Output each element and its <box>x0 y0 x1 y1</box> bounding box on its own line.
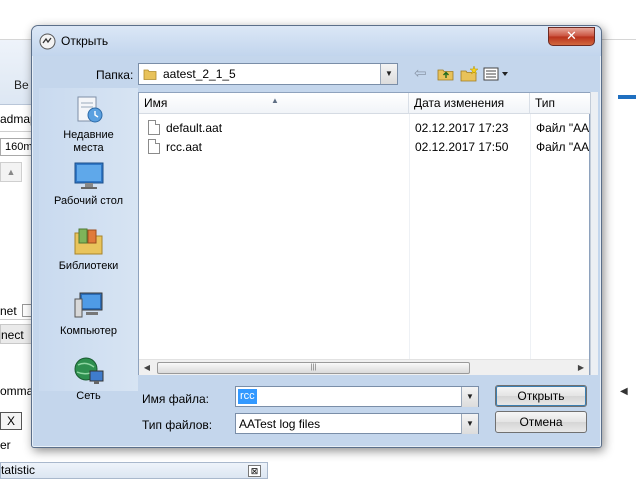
background-scroll-up-icon[interactable]: ▲ <box>0 162 22 182</box>
file-row[interactable]: default.aat 02.12.2017 17:23 Файл "AA <box>139 119 589 137</box>
new-folder-icon[interactable] <box>460 65 480 83</box>
place-desktop[interactable]: Рабочий стол <box>39 160 138 208</box>
folder-icon <box>143 67 157 81</box>
dialog-titlebar[interactable]: Открыть ✕ <box>32 26 601 56</box>
column-header-date[interactable]: Дата изменения <box>409 93 530 114</box>
place-computer-label: Компьютер <box>60 325 117 337</box>
view-menu-icon[interactable] <box>483 66 511 82</box>
scroll-right-icon[interactable]: ▶ <box>573 360 589 376</box>
place-recent-label-1: Недавние <box>63 129 114 141</box>
file-type: Файл "AA <box>536 121 589 135</box>
file-icon <box>148 139 160 154</box>
file-type-label: Тип файлов: <box>142 418 213 432</box>
file-type-select[interactable]: AATest log files ▼ <box>235 413 479 434</box>
place-recent[interactable]: Недавние места <box>39 94 138 155</box>
dialog-title: Открыть <box>61 34 109 48</box>
column-header-type[interactable]: Тип <box>530 93 591 114</box>
column-header-name[interactable]: Имя ▲ <box>139 93 409 114</box>
dialog-app-icon <box>39 33 56 50</box>
background-statistic-panel-title: tatistic <box>0 462 268 479</box>
cancel-button[interactable]: Отмена <box>495 411 587 433</box>
background-scroll-left-icon[interactable]: ◀ <box>620 386 632 400</box>
place-network[interactable]: Сеть <box>39 355 138 403</box>
background-er-label: er <box>0 438 11 452</box>
background-toolbar-text: Be <box>14 78 29 92</box>
look-in-combobox[interactable]: aatest_2_1_5 ▼ <box>138 63 398 85</box>
scroll-left-icon[interactable]: ◀ <box>139 360 155 376</box>
file-name-value: rcc <box>238 389 257 404</box>
computer-icon <box>72 290 106 322</box>
file-type: Файл "AA <box>536 140 589 154</box>
close-button[interactable]: ✕ <box>548 27 595 46</box>
recent-places-icon <box>72 94 106 126</box>
sort-ascending-icon: ▲ <box>271 96 279 105</box>
background-command-label: ommand <box>0 384 34 398</box>
file-date: 02.12.2017 17:23 <box>415 121 509 135</box>
file-list[interactable]: Имя ▲ Дата изменения Тип default.aat 02.… <box>138 92 591 375</box>
place-desktop-label: Рабочий стол <box>53 195 124 207</box>
place-libraries[interactable]: Библиотеки <box>39 225 138 273</box>
chevron-down-icon[interactable]: ▼ <box>461 387 478 407</box>
desktop-icon <box>72 160 106 192</box>
background-accent-line <box>618 95 636 99</box>
look-in-label: Папка: <box>96 68 134 82</box>
file-type-value: AATest log files <box>239 417 321 431</box>
look-in-value: aatest_2_1_5 <box>163 67 236 81</box>
file-row[interactable]: rcc.aat 02.12.2017 17:50 Файл "AA <box>139 138 589 156</box>
places-bar: Недавние места Рабочий стол Библиотеки К… <box>39 88 138 402</box>
place-computer[interactable]: Компьютер <box>39 290 138 338</box>
network-icon <box>72 355 106 387</box>
libraries-icon <box>72 225 106 257</box>
file-name: default.aat <box>166 121 223 135</box>
open-button[interactable]: Открыть <box>495 385 587 407</box>
back-arrow-icon[interactable]: ⇦ <box>414 66 432 82</box>
file-name-input[interactable]: rcc ▼ <box>235 386 479 407</box>
file-date: 02.12.2017 17:50 <box>415 140 509 154</box>
open-file-dialog: Открыть ✕ Папка: aatest_2_1_5 ▼ ⇦ Недавн… <box>31 25 602 448</box>
vertical-scrollbar[interactable] <box>590 92 598 375</box>
place-libraries-label: Библиотеки <box>58 260 119 272</box>
file-name: rcc.aat <box>166 140 203 154</box>
background-panel <box>0 182 34 300</box>
file-icon <box>148 120 160 135</box>
file-name-label: Имя файла: <box>142 392 209 406</box>
place-recent-label-2: места <box>73 142 104 154</box>
horizontal-scrollbar[interactable]: ◀ ||| ▶ <box>139 359 589 375</box>
background-x-button[interactable]: X <box>0 412 22 430</box>
place-network-label: Сеть <box>76 390 101 402</box>
up-folder-icon[interactable] <box>437 66 455 82</box>
scrollbar-thumb[interactable]: ||| <box>157 362 470 374</box>
background-right-panel <box>602 40 636 479</box>
statistic-close-icon[interactable]: ⊠ <box>248 465 261 477</box>
chevron-down-icon[interactable]: ▼ <box>461 414 478 434</box>
chevron-down-icon[interactable]: ▼ <box>380 64 397 84</box>
close-icon: ✕ <box>566 29 577 44</box>
column-name-label: Имя <box>144 96 168 110</box>
